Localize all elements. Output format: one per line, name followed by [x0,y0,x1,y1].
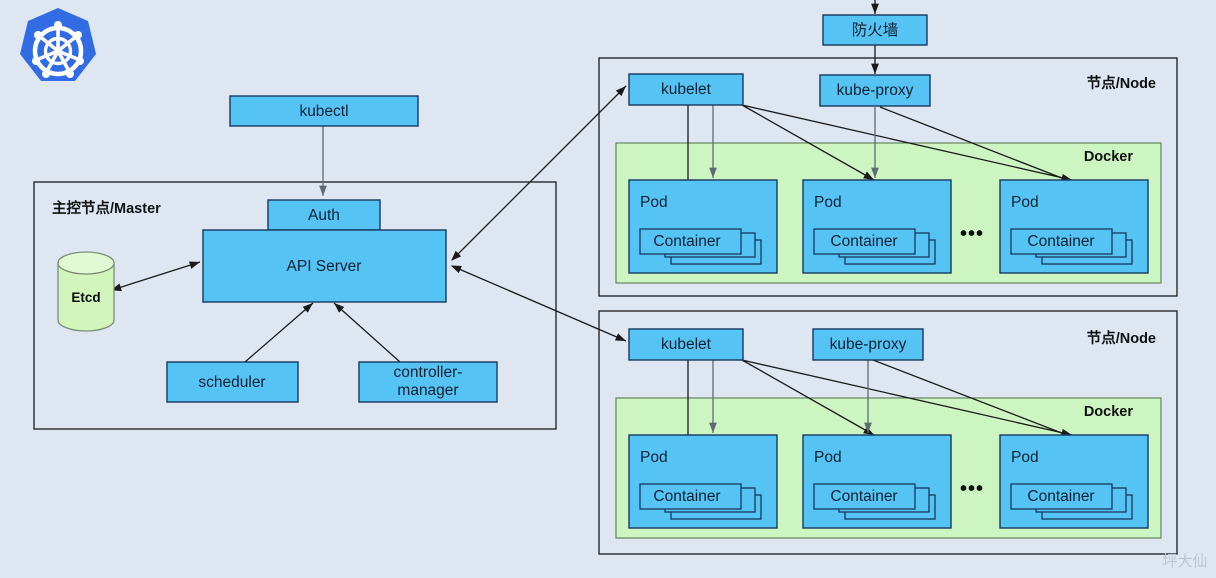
container-label-2-3: Container [1027,488,1094,505]
container-label-2-1: Container [653,488,720,505]
kube-proxy-label-2: kube-proxy [830,336,907,353]
docker-label-1: Docker [1084,149,1134,165]
container-label-1-1: Container [653,233,720,250]
pod-title-1-3: Pod [1011,194,1039,211]
arrow-apiserver-kubelet-1 [451,85,627,261]
container-label-1-3: Container [1027,233,1094,250]
pod-title-2-1: Pod [640,449,668,466]
arrow-controllermanager-to-apiserver [333,302,401,363]
pod-ellipsis-2: ••• [960,478,984,500]
watermark-text: 坪大仙 [1162,553,1207,570]
controller-manager-label-line2: manager [397,382,458,399]
arrow-apiserver-kubelet-2 [450,265,627,342]
docker-label-2: Docker [1084,404,1134,420]
diagram-svg: 主控节点/Master 节点/Node 节点/Node Docker Docke… [33,0,1208,570]
scheduler-label: scheduler [198,374,265,391]
kubelet-label-1: kubelet [661,81,712,98]
node-2-group-label: 节点/Node [1087,330,1156,347]
master-group-label: 主控节点/Master [52,199,161,217]
pod-title-1-2: Pod [814,194,842,211]
kubelet-label-2: kubelet [661,336,712,353]
kubectl-label: kubectl [299,103,348,120]
pod-title-1-1: Pod [640,194,668,211]
api-server-label: API Server [287,258,362,275]
controller-manager-label-line1: controller- [394,364,463,381]
diagram-canvas: 主控节点/Master 节点/Node 节点/Node Docker Docke… [0,0,1216,578]
etcd-label: Etcd [71,290,100,305]
arrow-etcd-apiserver [110,261,201,291]
pod-title-2-3: Pod [1011,449,1039,466]
firewall-label: 防火墙 [852,21,899,39]
container-label-2-2: Container [830,488,897,505]
container-label-1-2: Container [830,233,897,250]
node-1-group-label: 节点/Node [1087,75,1156,92]
arrow-scheduler-to-apiserver [244,302,314,363]
pod-title-2-2: Pod [814,449,842,466]
auth-label: Auth [308,207,340,224]
pod-ellipsis-1: ••• [960,223,984,245]
kube-proxy-label-1: kube-proxy [837,82,914,99]
